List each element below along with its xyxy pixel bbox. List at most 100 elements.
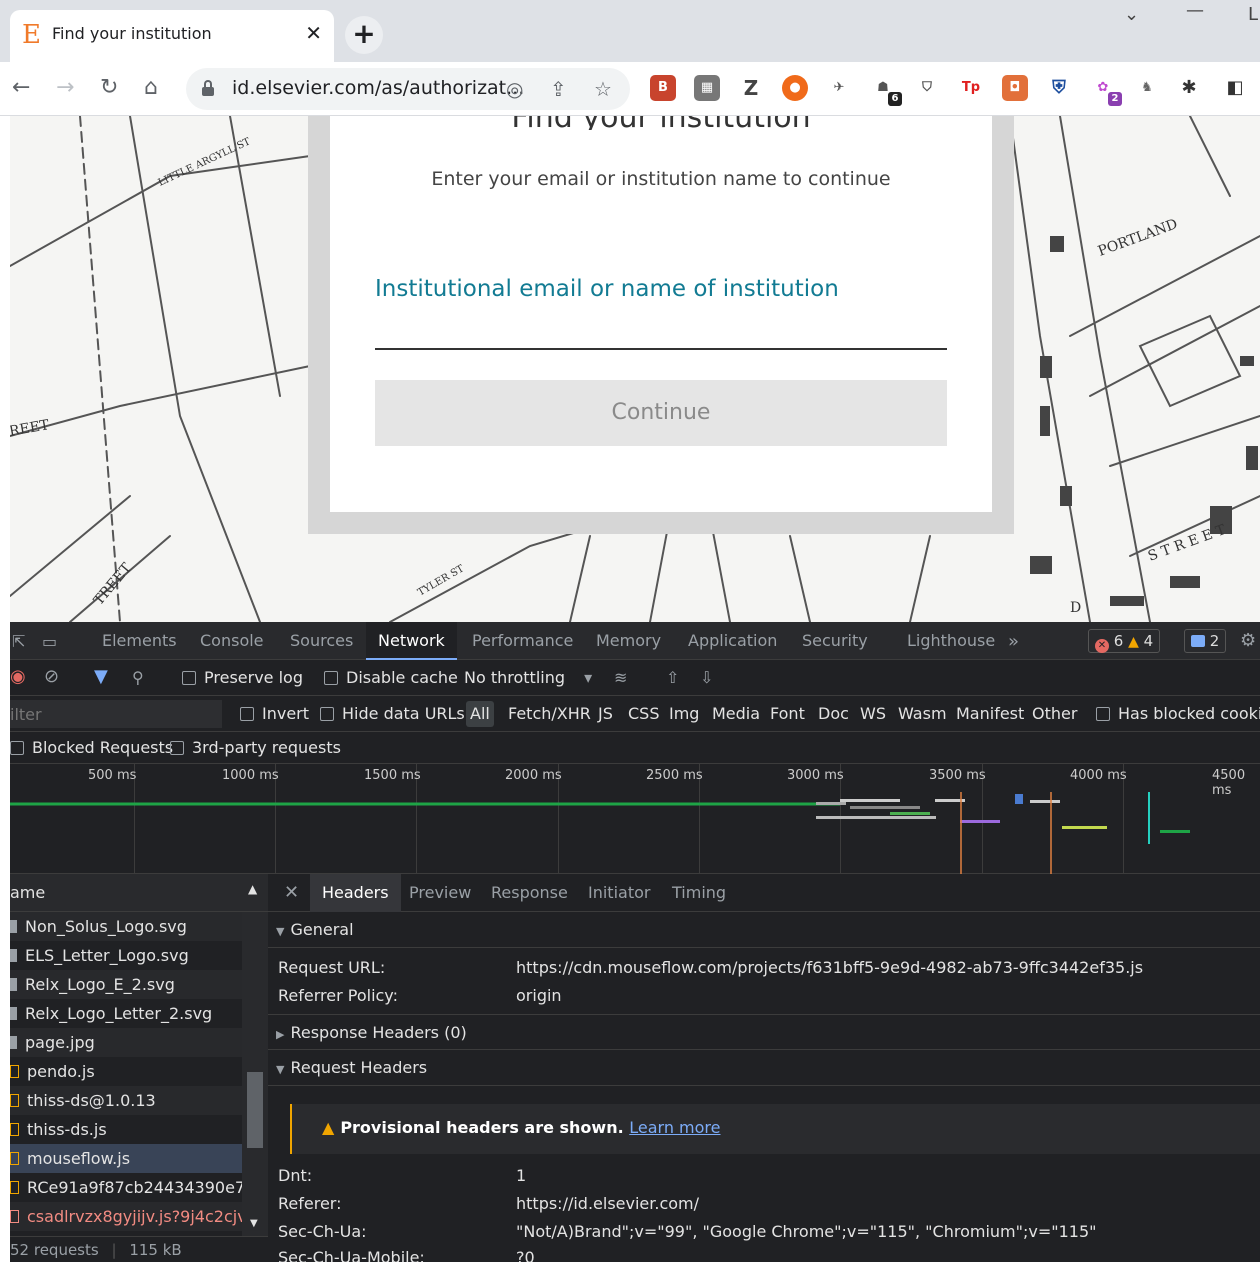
tab-preview[interactable]: Preview [409, 874, 471, 912]
tab-elements[interactable]: Elements [102, 622, 177, 660]
list-item-selected[interactable]: mouseflow.js [10, 1144, 242, 1173]
third-party-requests-checkbox[interactable]: 3rd-party requests [170, 738, 341, 757]
close-details-icon[interactable]: ✕ [284, 874, 299, 912]
filter-type-fetch-xhr[interactable]: Fetch/XHR [508, 704, 591, 723]
invert-checkbox[interactable]: Invert [240, 704, 309, 723]
disable-cache-checkbox[interactable]: Disable cache [324, 668, 458, 687]
tab-security[interactable]: Security [802, 622, 868, 660]
throttling-select[interactable]: No throttling ▾ [464, 668, 592, 687]
tab-performance[interactable]: Performance [472, 622, 573, 660]
extension-bird-icon[interactable]: ✈ [826, 75, 852, 101]
browser-tab[interactable]: E Find your institution ✕ [10, 10, 334, 62]
filter-type-other[interactable]: Other [1032, 704, 1077, 723]
filter-type-doc[interactable]: Doc [818, 704, 849, 723]
filter-type-ws[interactable]: WS [860, 704, 886, 723]
filter-type-all[interactable]: All [466, 701, 494, 727]
ghostery-extension-icon[interactable]: ☗ 6 [870, 75, 902, 106]
tab-timing[interactable]: Timing [672, 874, 726, 912]
list-item[interactable]: thiss-ds@1.0.13 [10, 1086, 242, 1115]
new-tab-button[interactable]: + [345, 16, 383, 54]
institution-email-input[interactable] [375, 312, 947, 350]
tab-network[interactable]: Network [366, 622, 457, 660]
extensions-puzzle-icon[interactable]: ✱ [1176, 75, 1202, 101]
search-icon[interactable]: ⚲ [132, 668, 144, 687]
shield-extension-icon[interactable]: ⛉ [914, 75, 940, 101]
tab-response[interactable]: Response [491, 874, 568, 912]
list-item-error[interactable]: csadlrvzx8gyjijv.js?9j4c2cjvr... [10, 1202, 242, 1231]
filter-funnel-icon[interactable]: ▼ [94, 666, 108, 687]
tab-search-chevron-icon[interactable]: ⌄ [1124, 4, 1139, 25]
more-tabs-chevron-icon[interactable]: » [1008, 631, 1019, 652]
address-bar[interactable]: id.elsevier.com/as/authorizat... ◎ ⇪ ☆ [186, 68, 630, 110]
extension-b-icon[interactable]: B [650, 75, 676, 101]
device-toolbar-icon[interactable]: ▭ [42, 632, 57, 651]
tab-sources[interactable]: Sources [290, 622, 353, 660]
list-item[interactable]: Relx_Logo_Letter_2.svg [10, 999, 242, 1028]
continue-button[interactable]: Continue [375, 380, 947, 446]
duckduckgo-extension-icon[interactable]: ● [782, 75, 808, 101]
tab-console[interactable]: Console [200, 622, 264, 660]
preserve-log-checkbox[interactable]: Preserve log [182, 668, 303, 687]
devtools-settings-gear-icon[interactable]: ⚙ [1240, 630, 1256, 651]
scrollbar-thumb[interactable] [247, 1072, 263, 1148]
sort-up-icon[interactable]: ▲ [248, 882, 257, 896]
filter-type-manifest[interactable]: Manifest [956, 704, 1024, 723]
clear-log-icon[interactable]: ⊘ [44, 666, 59, 687]
learn-more-link[interactable]: Learn more [629, 1118, 720, 1137]
list-item[interactable]: thiss-ds.js [10, 1115, 242, 1144]
network-conditions-wifi-icon[interactable]: ≋ [614, 668, 627, 687]
share-icon[interactable]: ⇪ [550, 77, 567, 101]
eye-slash-icon[interactable]: ◎ [506, 77, 523, 101]
filter-type-wasm[interactable]: Wasm [898, 704, 947, 723]
has-blocked-cookies-checkbox[interactable]: Has blocked cookie [1096, 704, 1260, 723]
maximize-window-icon[interactable]: L [1248, 4, 1258, 25]
tab-lighthouse[interactable]: Lighthouse [907, 622, 995, 660]
filter-type-js[interactable]: JS [598, 704, 613, 723]
import-har-upload-icon[interactable]: ⇧ [666, 668, 679, 687]
list-item[interactable]: ELS_Letter_Logo.svg [10, 941, 242, 970]
forward-arrow-icon[interactable]: → [56, 73, 74, 103]
back-arrow-icon[interactable]: ← [12, 73, 30, 103]
extension-grid-icon[interactable]: ▦ [694, 75, 720, 101]
inspect-element-icon[interactable]: ⇱ [12, 632, 25, 651]
response-headers-section-header[interactable]: ▶ Response Headers (0) [268, 1014, 1260, 1050]
request-list-scrollbar[interactable]: ▼ [242, 912, 268, 1236]
filter-type-css[interactable]: CSS [628, 704, 659, 723]
filter-input[interactable] [10, 700, 222, 728]
list-item[interactable]: pendo.js [10, 1057, 242, 1086]
tab-memory[interactable]: Memory [596, 622, 661, 660]
bookmark-star-icon[interactable]: ☆ [594, 77, 612, 101]
url-text[interactable]: id.elsevier.com/as/authorizat... [232, 77, 524, 99]
general-section-header[interactable]: ▼ General [268, 912, 1260, 948]
export-har-download-icon[interactable]: ⇩ [700, 668, 713, 687]
filter-type-img[interactable]: Img [669, 704, 699, 723]
blocked-requests-checkbox[interactable]: Blocked Requests [10, 738, 173, 757]
side-panel-icon[interactable]: ◧ [1222, 75, 1248, 101]
tab-application[interactable]: Application [688, 622, 777, 660]
minimize-window-icon[interactable]: — [1186, 0, 1204, 21]
extension-orange-icon[interactable]: ◘ [1002, 75, 1028, 101]
list-item[interactable]: Non_Solus_Logo.svg [10, 912, 242, 941]
tab-headers[interactable]: Headers [310, 874, 401, 912]
shield-check-extension-icon[interactable]: ⛨ [1046, 75, 1072, 101]
record-stop-icon[interactable]: ◉ [10, 666, 26, 687]
extension-z-icon[interactable]: Z [738, 75, 764, 101]
name-column-header[interactable]: ame ▲ [10, 874, 268, 912]
home-icon[interactable]: ⌂ [144, 73, 158, 103]
scroll-down-icon[interactable]: ▼ [250, 1218, 258, 1229]
request-headers-section-header[interactable]: ▼ Request Headers [268, 1050, 1260, 1086]
list-item[interactable]: RCe91a9f87cb24434390e7e... [10, 1173, 242, 1202]
list-item[interactable]: page.jpg [10, 1028, 242, 1057]
filter-type-font[interactable]: Font [770, 704, 805, 723]
list-item[interactable]: Relx_Logo_E_2.svg [10, 970, 242, 999]
extension-flower-icon[interactable]: ✿ 2 [1090, 75, 1122, 106]
tab-initiator[interactable]: Initiator [588, 874, 650, 912]
close-tab-icon[interactable]: ✕ [305, 22, 322, 44]
filter-type-media[interactable]: Media [712, 704, 760, 723]
lock-icon[interactable] [202, 80, 214, 96]
network-waterfall-overview[interactable]: 500 ms 1000 ms 1500 ms 2000 ms 2500 ms 3… [10, 764, 1260, 874]
extension-figure-icon[interactable]: ♞ [1134, 75, 1160, 101]
console-error-warning-counter[interactable]: ✕ 6 ▲ 4 [1088, 629, 1161, 653]
issues-counter[interactable]: 2 [1184, 629, 1227, 653]
reload-icon[interactable]: ↻ [100, 73, 118, 103]
